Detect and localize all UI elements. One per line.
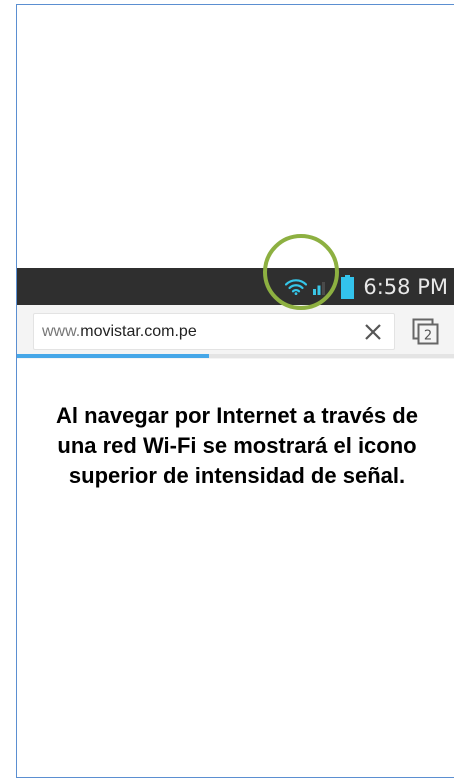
clear-icon[interactable] bbox=[362, 321, 384, 343]
tabs-icon[interactable]: 2 bbox=[412, 318, 440, 346]
browser-toolbar: www.movistar.com.pe 2 bbox=[17, 305, 454, 359]
status-clock: 6:58 PM bbox=[363, 274, 448, 299]
url-bar[interactable]: www.movistar.com.pe bbox=[33, 313, 395, 350]
page-load-progress-fill bbox=[17, 354, 210, 358]
battery-icon bbox=[341, 274, 355, 299]
url-text[interactable]: www.movistar.com.pe bbox=[42, 314, 197, 349]
instruction-caption: Al navegar por Internet a través de una … bbox=[56, 403, 418, 488]
phone-screen-frame: 6:58 PM www.movistar.com.pe 2 Al navegar… bbox=[16, 4, 454, 778]
tab-count: 2 bbox=[424, 329, 432, 344]
status-bar: 6:58 PM bbox=[17, 268, 454, 305]
page-load-progress-bar bbox=[17, 354, 454, 358]
url-prefix: www. bbox=[42, 323, 81, 340]
highlight-circle bbox=[263, 234, 339, 310]
url-domain: movistar.com.pe bbox=[80, 323, 197, 340]
